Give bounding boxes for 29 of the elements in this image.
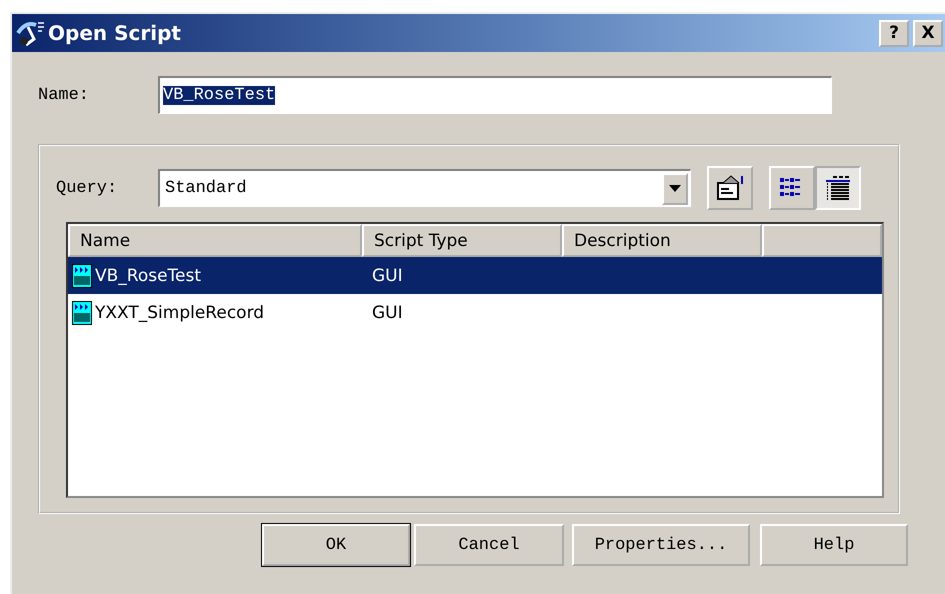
details-view-button[interactable] bbox=[815, 166, 861, 210]
app-icon bbox=[16, 19, 46, 47]
script-name: YXXT_SimpleRecord bbox=[95, 302, 264, 322]
column-header[interactable]: Name bbox=[68, 224, 362, 257]
selected-text: VB_RoseTest bbox=[163, 86, 276, 105]
details-view-icon bbox=[824, 175, 852, 201]
properties-button[interactable]: Properties... bbox=[572, 524, 750, 566]
script-row[interactable]: VB_RoseTest GUI bbox=[68, 257, 882, 294]
cancel-button[interactable]: Cancel bbox=[414, 524, 564, 566]
form-icon bbox=[715, 174, 745, 202]
script-name: VB_RoseTest bbox=[95, 266, 202, 286]
ok-button[interactable]: OK bbox=[262, 524, 410, 566]
name-label: Name: bbox=[38, 86, 90, 104]
name-field[interactable]: VB_RoseTest bbox=[158, 76, 832, 114]
script-row[interactable]: YXXT_SimpleRecord GUI bbox=[68, 294, 882, 331]
column-header[interactable]: Script Type bbox=[362, 224, 562, 257]
query-label: Query: bbox=[56, 178, 118, 198]
column-header[interactable]: Description bbox=[562, 224, 762, 257]
query-dropdown[interactable]: Standard bbox=[158, 169, 691, 207]
help-button[interactable]: Help bbox=[760, 524, 908, 566]
close-button[interactable]: X bbox=[913, 20, 943, 46]
list-view-button[interactable] bbox=[769, 166, 815, 210]
script-type: GUI bbox=[372, 302, 403, 322]
help-button[interactable]: ? bbox=[879, 20, 909, 46]
script-type: GUI bbox=[372, 266, 403, 286]
script-icon bbox=[72, 300, 92, 324]
script-icon bbox=[72, 264, 92, 288]
window-title: Open Script bbox=[48, 21, 182, 45]
query-properties-button[interactable] bbox=[707, 166, 753, 210]
